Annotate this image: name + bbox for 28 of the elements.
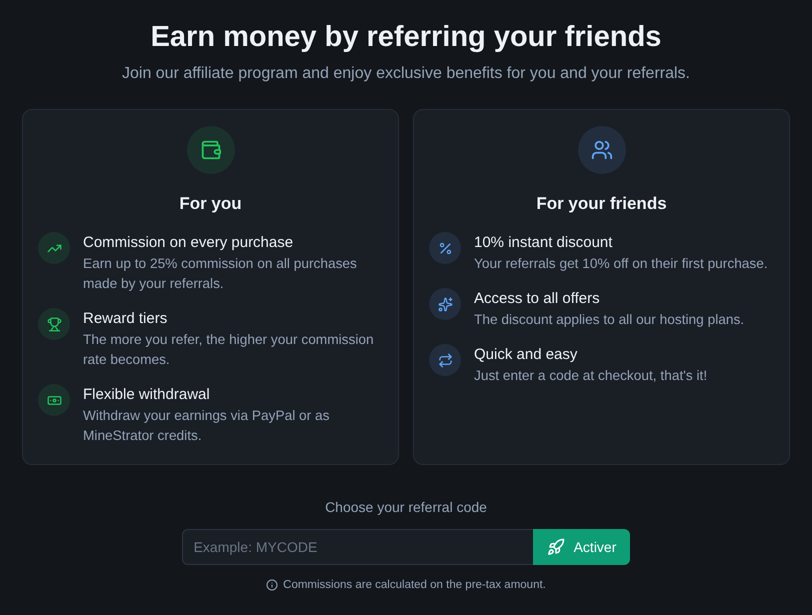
benefit-description: Withdraw your earnings via PayPal or as MineStrator credits. xyxy=(83,407,330,445)
benefit-title: Reward tiers xyxy=(83,309,168,329)
repeat-arrows-icon xyxy=(429,344,461,376)
activate-button[interactable]: Activer xyxy=(532,529,630,565)
page-title: Earn money by referring your friends xyxy=(150,20,662,54)
card-title: For your friends xyxy=(535,193,668,215)
benefit-description: Just enter a code at checkout, that's it! xyxy=(474,367,708,385)
benefit-title: 10% instant discount xyxy=(474,233,614,253)
banknote-icon xyxy=(38,384,70,416)
benefit-description: The discount applies to all our hosting plans. xyxy=(474,311,744,329)
benefit-title: Flexible withdrawal xyxy=(83,385,211,405)
trophy-icon xyxy=(38,308,70,340)
rocket-icon xyxy=(546,538,565,556)
info-icon xyxy=(266,579,278,591)
benefit-title: Access to all offers xyxy=(474,289,601,309)
benefit-description: Your referrals get 10% off on their first purchase. xyxy=(474,255,768,273)
commission-note: Commissions are calculated on the pre-tax amount. xyxy=(283,578,546,593)
trend-up-icon xyxy=(38,232,70,264)
benefit-description: Earn up to 25% commission on all purchases made by your referrals. xyxy=(83,255,358,293)
referral-code-field[interactable]: Example: MYCODE xyxy=(182,529,533,565)
referral-code-label: Choose your referral code xyxy=(325,498,487,517)
benefit-description: The more you refer, the higher your commission rate becomes. xyxy=(83,331,375,369)
benefit-title: Quick and easy xyxy=(474,345,578,365)
sparkles-icon xyxy=(429,288,461,320)
percent-icon xyxy=(429,232,461,264)
page-subtitle: Join our affiliate program and enjoy exclusive benefits for you and your referrals. xyxy=(120,64,691,84)
card-title: For you xyxy=(178,193,243,215)
benefit-title: Commission on every purchase xyxy=(83,233,294,253)
